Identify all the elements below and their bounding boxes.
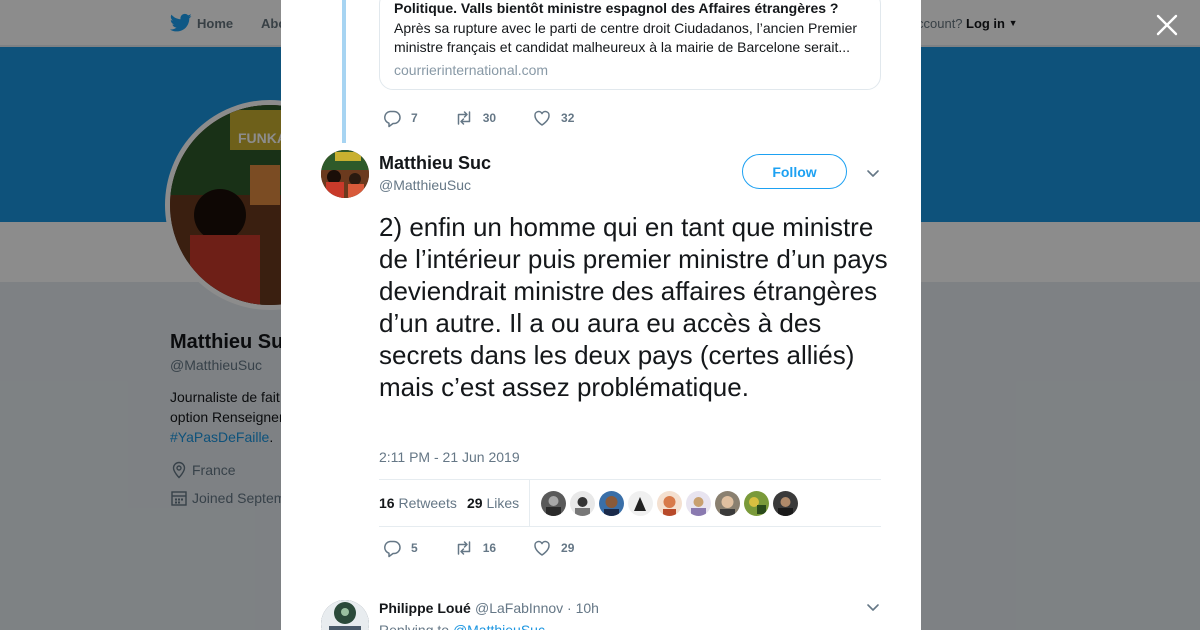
like-count: 32	[561, 111, 575, 125]
avatar-image	[604, 496, 619, 516]
reply-author-avatar[interactable]	[321, 600, 369, 630]
liker-avatar[interactable]	[744, 491, 769, 516]
like-button[interactable]: 32	[532, 108, 574, 128]
author-avatar[interactable]	[321, 150, 369, 198]
heart-icon	[534, 540, 550, 556]
reply-author-name[interactable]: Philippe Loué	[379, 600, 471, 616]
likes-stat[interactable]: 29 Likes	[467, 495, 519, 511]
liker-avatar[interactable]	[570, 491, 595, 516]
reply-author-handle[interactable]: @LaFabInnov · 10h	[475, 600, 599, 616]
reply-button[interactable]: 7	[382, 108, 418, 128]
retweet-icon	[457, 111, 470, 125]
avatar-image	[546, 496, 561, 516]
retweet-button[interactable]: 16	[454, 538, 496, 558]
retweets-stat-label: Retweets	[398, 495, 457, 511]
likes-stat-count: 29	[467, 495, 483, 511]
liker-avatar[interactable]	[541, 491, 566, 516]
avatar-image	[749, 497, 766, 514]
author-handle[interactable]: @MatthieuSuc	[379, 177, 471, 193]
avatar-image	[720, 496, 735, 516]
tweet-modal: Politique. Valls bientôt ministre espagn…	[281, 0, 921, 630]
chevron-down-icon[interactable]	[865, 599, 881, 615]
heart-icon	[534, 110, 550, 126]
retweet-icon	[457, 541, 470, 555]
card-title: Politique. Valls bientôt ministre espagn…	[394, 0, 839, 16]
like-button[interactable]: 29	[532, 538, 574, 558]
retweet-count: 30	[482, 111, 497, 125]
reply-icon	[383, 110, 401, 128]
avatar-image	[778, 497, 793, 516]
follow-button[interactable]: Follow	[742, 154, 847, 189]
avatar-image	[691, 497, 706, 516]
retweets-stat[interactable]: 16 Retweets	[379, 495, 457, 511]
author-name[interactable]: Matthieu Suc	[379, 153, 491, 174]
retweet-button[interactable]: 30	[454, 108, 496, 128]
avatar-image	[321, 150, 369, 198]
avatar-image	[634, 497, 646, 511]
retweets-stat-count: 16	[379, 495, 395, 511]
like-count: 29	[561, 541, 575, 555]
stats-divider	[529, 480, 530, 526]
liker-avatar[interactable]	[773, 491, 798, 516]
replying-to: Replying to @MatthieuSuc	[379, 622, 545, 630]
avatar-image	[575, 497, 590, 516]
reply-button[interactable]: 5	[382, 538, 418, 558]
liker-avatar[interactable]	[599, 491, 624, 516]
liker-avatar[interactable]	[657, 491, 682, 516]
retweet-count: 16	[482, 541, 497, 555]
card-description: Après sa rupture avec le parti de centre…	[394, 20, 858, 55]
likers-avatars	[541, 491, 802, 516]
main-tweet-actions: 5 16 29	[382, 538, 610, 558]
liker-avatar[interactable]	[686, 491, 711, 516]
tweet-stats: 16 Retweets 29 Likes	[379, 479, 881, 527]
card-domain: courrierinternational.com	[394, 62, 549, 78]
link-preview-card[interactable]: Politique. Valls bientôt ministre espagn…	[379, 0, 881, 90]
previous-tweet-actions: 7 30 32	[382, 108, 610, 128]
tweet-timestamp[interactable]: 2:11 PM - 21 Jun 2019	[379, 449, 520, 465]
replying-to-mention[interactable]: @MatthieuSuc	[453, 622, 545, 630]
likes-stat-label: Likes	[486, 495, 520, 511]
liker-avatar[interactable]	[715, 491, 740, 516]
chevron-down-icon[interactable]	[865, 165, 881, 181]
tweet-text: 2) enfin un homme qui en tant que minist…	[379, 212, 888, 402]
conversation-thread-line	[342, 0, 346, 143]
avatar-image	[663, 496, 676, 516]
liker-avatar[interactable]	[628, 491, 653, 516]
close-icon[interactable]	[1154, 12, 1180, 38]
reply-count: 5	[411, 541, 418, 555]
reply-count: 7	[411, 111, 418, 125]
reply-icon	[383, 540, 401, 558]
replying-to-prefix: Replying to	[379, 622, 450, 630]
avatar-image	[321, 600, 369, 630]
